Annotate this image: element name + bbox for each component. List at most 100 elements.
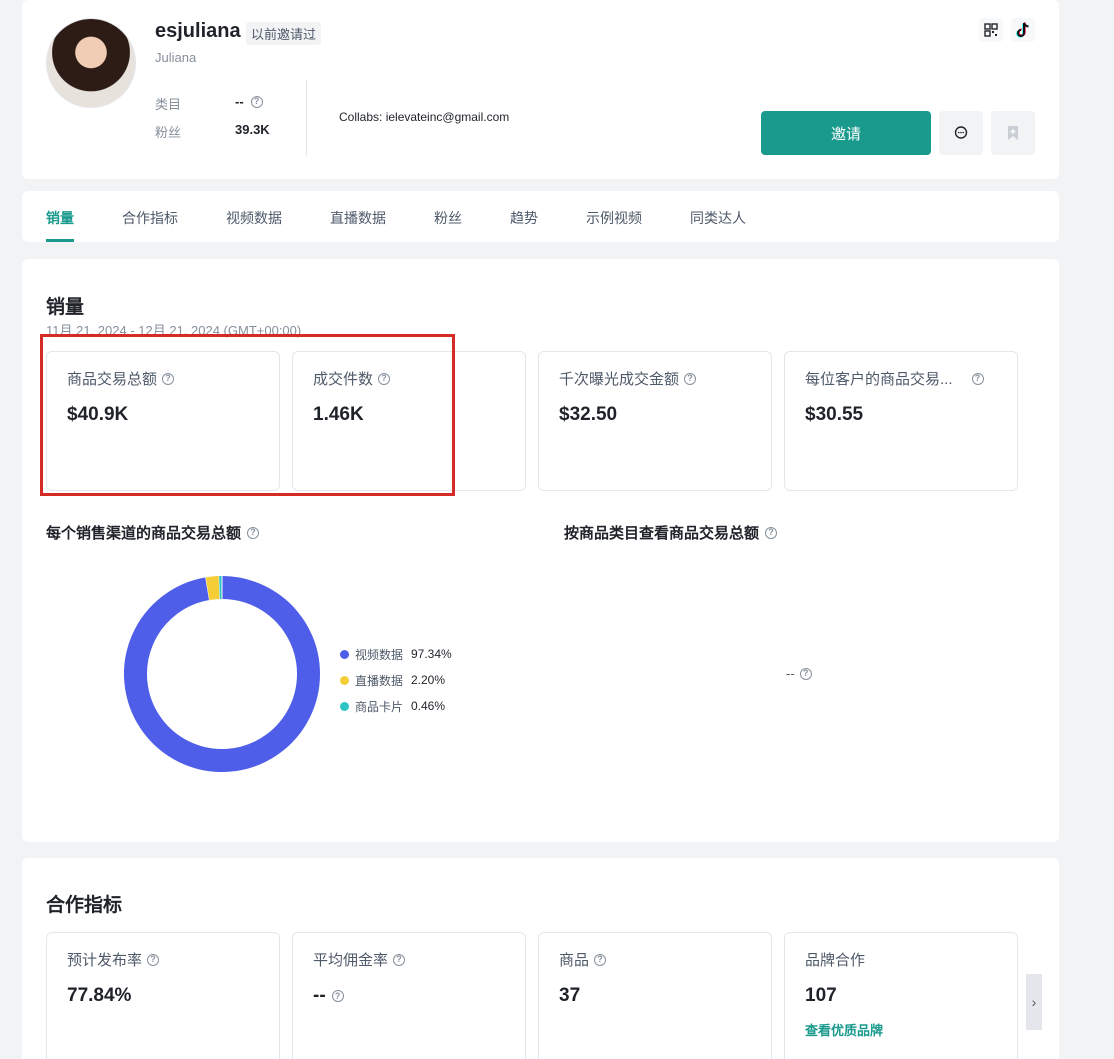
help-icon[interactable]: ? [393, 953, 406, 966]
metric-label: 每位客户的商品交易... ? [805, 368, 984, 389]
metric-card-gmv-per-customer: 每位客户的商品交易... ? $30.55 [784, 351, 1018, 491]
help-icon[interactable]: ? [147, 953, 160, 966]
metric-label-text: 千次曝光成交金额 [559, 371, 680, 388]
metric-label: 品牌合作 [805, 949, 865, 970]
metric-label: 商品交易总额 ? [67, 368, 175, 389]
help-icon[interactable]: ? [684, 372, 697, 385]
metric-card-avg-commission: 平均佣金率 ? -- ? [292, 932, 526, 1059]
metric-value: $32.50 [559, 404, 618, 425]
legend-item-live: 直播数据 2.20% [340, 667, 452, 693]
donut-slice-live[interactable] [205, 576, 221, 601]
followers-label: 粉丝 [155, 125, 182, 140]
creator-display-name: Juliana [155, 50, 197, 65]
legend-dot [340, 675, 349, 685]
tab-trends[interactable]: 趋势 [510, 208, 538, 228]
metric-card-gpm: 千次曝光成交金额 ? $32.50 [538, 351, 772, 491]
legend-name: 直播数据 [355, 673, 404, 688]
active-tab-indicator [46, 239, 74, 242]
help-icon[interactable]: ? [247, 526, 260, 539]
metric-label-text: 商品 [559, 952, 590, 969]
legend-item-video: 视频数据 97.34% [340, 641, 452, 667]
donut-slice-video[interactable] [124, 576, 320, 772]
help-icon[interactable]: ? [971, 372, 984, 385]
message-button[interactable] [939, 111, 983, 155]
invited-badge: 以前邀请过 [246, 22, 322, 45]
help-icon[interactable]: ? [331, 990, 344, 1002]
category-label: 类目 [155, 97, 182, 112]
bookmark-icon [1008, 126, 1018, 140]
legend-value: 97.34% [411, 647, 452, 661]
tab-sample-videos[interactable]: 示例视频 [586, 208, 642, 228]
tab-bar: 销量 合作指标 视频数据 直播数据 粉丝 趋势 示例视频 同类达人 [22, 191, 1059, 242]
cooperation-title: 合作指标 [46, 895, 123, 916]
legend-dot [340, 701, 349, 711]
bookmark-button[interactable] [991, 111, 1035, 155]
divider [306, 80, 307, 156]
category-value: -- [235, 94, 244, 109]
metric-label-text: 每位客户的商品交易... [805, 371, 953, 388]
metric-label-text: 预计发布率 [67, 952, 143, 969]
avatar[interactable] [46, 18, 136, 108]
chevron-right-icon: › [1031, 994, 1037, 1010]
help-icon[interactable]: ? [799, 667, 812, 680]
view-top-brands-link[interactable]: 查看优质品牌 [805, 1020, 883, 1039]
legend-dot [340, 649, 349, 659]
metric-label: 商品 ? [559, 949, 607, 970]
category-gmv-title-text: 按商品类目查看商品交易总额 [564, 525, 760, 542]
followers-value: 39.3K [235, 122, 270, 137]
metric-label-text: 商品交易总额 [67, 371, 158, 388]
metric-label: 预计发布率 ? [67, 949, 160, 970]
scroll-right-button[interactable]: › [1026, 974, 1042, 1030]
help-icon[interactable]: ? [378, 372, 391, 385]
metric-value: 107 [805, 985, 837, 1006]
legend-name: 视频数据 [355, 647, 404, 662]
date-range: 11月 21, 2024 - 12月 21, 2024 (GMT+00:00) [46, 323, 302, 338]
legend-value: 2.20% [411, 673, 446, 687]
channel-gmv-title-text: 每个销售渠道的商品交易总额 [46, 525, 242, 542]
metric-label: 千次曝光成交金额 ? [559, 368, 697, 389]
creator-username: esjuliana [155, 20, 241, 42]
tab-similar-creators[interactable]: 同类达人 [690, 208, 746, 228]
metric-card-units-sold: 成交件数 ? 1.46K [292, 351, 526, 491]
tiktok-icon[interactable] [1011, 18, 1035, 42]
chart-legend: 视频数据 97.34% 直播数据 2.20% 商品卡片 0.46% [340, 641, 452, 719]
category-gmv-empty: -- ? [786, 666, 812, 681]
metric-label-text: 平均佣金率 [313, 952, 389, 969]
help-icon[interactable]: ? [765, 526, 778, 539]
metric-card-products: 商品 ? 37 [538, 932, 772, 1059]
message-icon [954, 126, 968, 139]
metric-card-post-rate: 预计发布率 ? 77.84% [46, 932, 280, 1059]
legend-item-product-card: 商品卡片 0.46% [340, 693, 452, 719]
legend-value: 0.46% [411, 699, 446, 713]
legend-name: 商品卡片 [355, 699, 404, 714]
metric-label-text: 成交件数 [313, 371, 374, 388]
help-icon[interactable]: ? [594, 953, 607, 966]
sales-section: 销量 11月 21, 2024 - 12月 21, 2024 (GMT+00:0… [22, 259, 1059, 842]
collabs-contact: Collabs: ielevateinc@gmail.com [339, 110, 510, 124]
channel-gmv-title: 每个销售渠道的商品交易总额 ? [46, 522, 260, 543]
metric-value-wrap: -- ? [313, 985, 344, 1007]
qr-code-icon[interactable] [979, 18, 1003, 42]
metric-label: 平均佣金率 ? [313, 949, 406, 970]
metric-value: 1.46K [313, 404, 364, 425]
metric-value: $40.9K [67, 404, 129, 425]
metric-card-gmv: 商品交易总额 ? $40.9K [46, 351, 280, 491]
cooperation-section: 合作指标 预计发布率 ? 77.84% 平均佣金率 ? -- ? 商品 ? 37… [22, 858, 1059, 1059]
metric-label: 成交件数 ? [313, 368, 391, 389]
help-icon[interactable]: ? [162, 372, 175, 385]
tab-sales[interactable]: 销量 [46, 208, 74, 228]
metric-value: 77.84% [67, 985, 132, 1006]
tab-followers[interactable]: 粉丝 [434, 208, 462, 228]
metric-value: -- [313, 985, 326, 1006]
help-icon[interactable]: ? [250, 95, 263, 108]
tab-live-data[interactable]: 直播数据 [330, 208, 386, 228]
category-gmv-title: 按商品类目查看商品交易总额 ? [564, 522, 778, 543]
metric-card-brand-collabs: 品牌合作 107 查看优质品牌 [784, 932, 1018, 1059]
category-gmv-empty-value: -- [786, 666, 795, 681]
tab-video-data[interactable]: 视频数据 [226, 208, 282, 228]
category-value-wrap: -- ? [235, 94, 263, 109]
sales-title: 销量 [46, 297, 85, 318]
channel-donut-chart [124, 576, 320, 772]
tab-cooperation[interactable]: 合作指标 [122, 208, 178, 228]
invite-button[interactable]: 邀请 [761, 111, 931, 155]
